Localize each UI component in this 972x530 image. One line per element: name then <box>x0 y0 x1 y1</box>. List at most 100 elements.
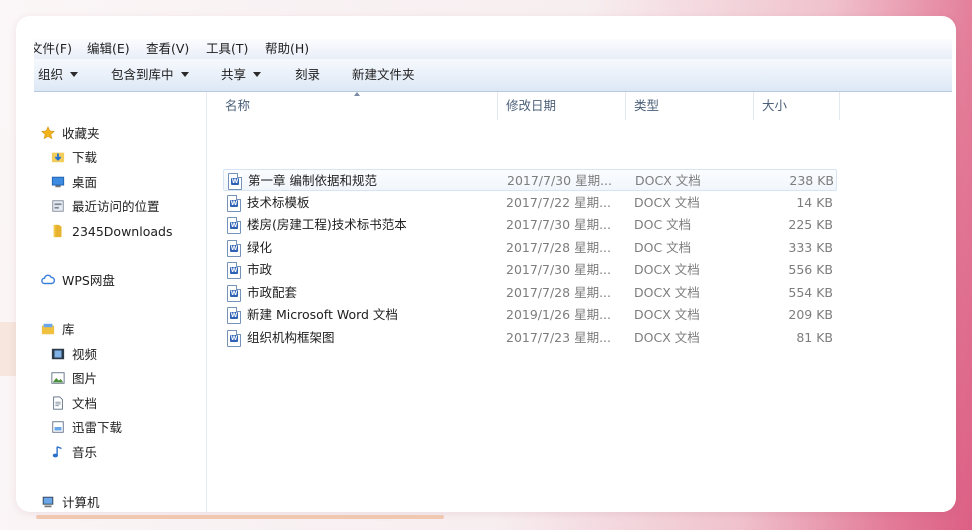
share-label: 共享 <box>221 67 247 82</box>
nav-music[interactable]: 音乐 <box>50 442 97 464</box>
file-row[interactable]: W 第一章 编制依据和规范 2017/7/30 星期... DOCX 文档 23… <box>223 169 837 191</box>
include-library-button[interactable]: 包含到库中 <box>111 67 189 83</box>
file-size: 333 KB <box>788 240 833 255</box>
nav-downloads[interactable]: 下载 <box>50 147 97 169</box>
new-folder-button[interactable]: 新建文件夹 <box>352 67 415 83</box>
command-bar: 组织 包含到库中 共享 刻录 新建文件夹 <box>34 59 952 92</box>
downloads-folder-icon <box>51 152 65 163</box>
word-document-icon: W <box>227 330 241 347</box>
nav-favorites[interactable]: 收藏夹 <box>40 123 100 145</box>
file-date: 2017/7/22 星期... <box>506 195 611 210</box>
burn-button[interactable]: 刻录 <box>295 67 320 83</box>
column-type[interactable]: 类型 <box>626 92 754 120</box>
nav-library[interactable]: 库 <box>40 319 75 341</box>
file-type: DOCX 文档 <box>634 262 700 277</box>
nav-music-label: 音乐 <box>72 445 98 460</box>
file-size: 225 KB <box>788 217 833 232</box>
nav-recent[interactable]: 最近访问的位置 <box>50 196 160 218</box>
file-size: 81 KB <box>796 330 833 345</box>
nav-video[interactable]: 视频 <box>50 344 97 366</box>
menu-file[interactable]: 文件(F) <box>34 41 72 57</box>
nav-wps-label: WPS网盘 <box>62 273 115 288</box>
nav-documents-label: 文档 <box>72 396 98 411</box>
file-name: 第一章 编制依据和规范 <box>248 173 377 188</box>
file-type: DOCX 文档 <box>635 173 701 188</box>
music-note-icon <box>52 446 62 458</box>
file-name: 绿化 <box>247 240 273 255</box>
include-library-label: 包含到库中 <box>111 67 174 82</box>
menu-bar: 文件(F) 编辑(E) 查看(V) 工具(T) 帮助(H) <box>34 39 952 60</box>
nav-computer-label: 计算机 <box>62 495 100 510</box>
file-row[interactable]: W 楼房(房建工程)技术标书范本 2017/7/30 星期... DOC 文档 … <box>223 214 837 236</box>
share-button[interactable]: 共享 <box>221 67 262 83</box>
screenshot-card: 文件(F) 编辑(E) 查看(V) 工具(T) 帮助(H) 组织 包含到库中 共… <box>16 16 956 512</box>
chevron-down-icon <box>180 72 189 77</box>
nav-2345downloads-label: 2345Downloads <box>72 224 173 239</box>
film-icon <box>51 348 65 360</box>
nav-thunder-label: 迅雷下载 <box>72 420 123 435</box>
nav-desktop-label: 桌面 <box>72 175 98 190</box>
file-row[interactable]: W 新建 Microsoft Word 文档 2019/1/26 星期... D… <box>223 304 837 326</box>
file-name: 市政配套 <box>247 285 298 300</box>
nav-pictures[interactable]: 图片 <box>50 368 97 390</box>
menu-help[interactable]: 帮助(H) <box>265 41 309 57</box>
document-icon <box>53 396 63 410</box>
nav-wps[interactable]: WPS网盘 <box>40 270 115 292</box>
file-date: 2017/7/30 星期... <box>507 173 612 188</box>
word-document-icon: W <box>227 240 241 257</box>
word-document-icon: W <box>227 285 241 302</box>
file-row[interactable]: W 组织机构框架图 2017/7/23 星期... DOCX 文档 81 KB <box>223 327 837 349</box>
file-type: DOCX 文档 <box>634 285 700 300</box>
explorer-window: 文件(F) 编辑(E) 查看(V) 工具(T) 帮助(H) 组织 包含到库中 共… <box>34 39 952 512</box>
file-date: 2017/7/30 星期... <box>506 217 611 232</box>
chevron-down-icon <box>70 72 79 77</box>
file-name: 市政 <box>247 262 273 277</box>
file-date: 2017/7/28 星期... <box>506 285 611 300</box>
nav-computer[interactable]: 计算机 <box>40 492 100 512</box>
file-row[interactable]: W 技术标模板 2017/7/22 星期... DOCX 文档 14 KB <box>223 192 837 214</box>
menu-edit[interactable]: 编辑(E) <box>87 41 130 57</box>
nav-library-label: 库 <box>62 322 75 337</box>
library-icon <box>41 323 55 335</box>
file-name: 楼房(房建工程)技术标书范本 <box>247 217 407 232</box>
word-document-icon: W <box>227 217 241 234</box>
file-size: 554 KB <box>788 285 833 300</box>
column-header: 名称 修改日期 类型 大小 <box>207 92 952 120</box>
word-document-icon: W <box>227 262 241 279</box>
desktop-icon <box>51 176 65 188</box>
file-type: DOCX 文档 <box>634 307 700 322</box>
picture-icon <box>51 372 65 384</box>
nav-video-label: 视频 <box>72 347 98 362</box>
word-document-icon: W <box>227 195 241 212</box>
organize-button[interactable]: 组织 <box>38 67 79 83</box>
nav-2345downloads[interactable]: 2345Downloads <box>50 221 172 243</box>
nav-desktop[interactable]: 桌面 <box>50 172 97 194</box>
nav-downloads-label: 下载 <box>72 150 98 165</box>
file-date: 2019/1/26 星期... <box>506 307 611 322</box>
file-date: 2017/7/28 星期... <box>506 240 611 255</box>
file-date: 2017/7/23 星期... <box>506 330 611 345</box>
file-name: 技术标模板 <box>247 195 310 210</box>
file-row[interactable]: W 绿化 2017/7/28 星期... DOC 文档 333 KB <box>223 237 837 259</box>
computer-icon <box>42 496 54 508</box>
nav-pictures-label: 图片 <box>72 371 98 386</box>
column-date[interactable]: 修改日期 <box>498 92 626 120</box>
organize-label: 组织 <box>38 67 64 82</box>
file-list-pane: 名称 修改日期 类型 大小 W 第一章 编制依据和规范 2017/7/30 星期… <box>207 92 952 512</box>
file-date: 2017/7/30 星期... <box>506 262 611 277</box>
column-name[interactable]: 名称 <box>217 92 498 120</box>
recent-places-icon <box>52 200 64 212</box>
file-row[interactable]: W 市政 2017/7/30 星期... DOCX 文档 556 KB <box>223 259 837 281</box>
menu-tools[interactable]: 工具(T) <box>206 41 248 57</box>
column-size[interactable]: 大小 <box>754 92 840 120</box>
nav-favorites-label: 收藏夹 <box>62 126 100 141</box>
menu-view[interactable]: 查看(V) <box>146 41 189 57</box>
star-icon <box>41 126 55 140</box>
file-type: DOC 文档 <box>634 240 692 255</box>
cloud-icon <box>41 274 56 285</box>
thunder-download-icon <box>52 421 64 433</box>
nav-documents[interactable]: 文档 <box>50 393 97 415</box>
file-row[interactable]: W 市政配套 2017/7/28 星期... DOCX 文档 554 KB <box>223 282 837 304</box>
chevron-down-icon <box>253 72 262 77</box>
nav-thunder[interactable]: 迅雷下载 <box>50 417 122 439</box>
